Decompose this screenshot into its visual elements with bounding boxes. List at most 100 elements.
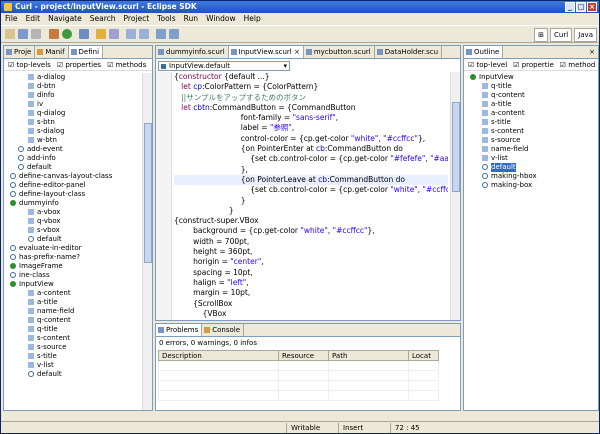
tab-console[interactable]: Console <box>202 324 245 336</box>
left-scrollbar[interactable] <box>142 73 152 410</box>
tab-outline[interactable]: Outline <box>464 46 504 58</box>
tree-item[interactable]: evaluate-in-editor <box>4 244 142 253</box>
curl-tool-icon[interactable] <box>79 29 89 39</box>
left-scroll-thumb[interactable] <box>144 123 152 263</box>
close-icon[interactable]: × <box>589 46 598 58</box>
print-icon[interactable] <box>31 29 41 39</box>
tree-item[interactable]: making-box <box>464 181 598 190</box>
close-icon[interactable]: × <box>292 48 300 56</box>
breadcrumb-dropdown[interactable]: InputView.default ▾ <box>158 61 290 71</box>
tree-item[interactable]: has-prefix-name? <box>4 253 142 262</box>
perspective-curl[interactable]: Curl <box>550 28 573 42</box>
tree-item[interactable]: InputView <box>464 73 598 82</box>
tree-item[interactable]: making-hbox <box>464 172 598 181</box>
save-icon[interactable] <box>18 29 28 39</box>
checkbox-icon[interactable]: ☑ <box>107 61 116 69</box>
new-icon[interactable] <box>5 29 15 39</box>
filter-top-level[interactable]: ☑ top-level <box>468 60 507 70</box>
forward-icon[interactable] <box>169 29 179 39</box>
tree-item[interactable]: s-source <box>464 136 598 145</box>
tree-item[interactable]: a-title <box>464 100 598 109</box>
column-header[interactable]: Locat <box>408 350 439 361</box>
filter-properties[interactable]: ☑ properties <box>57 60 101 70</box>
tree-item[interactable]: v-list <box>464 154 598 163</box>
tree-item[interactable]: default <box>464 163 598 172</box>
menu-tools[interactable]: Tools <box>153 13 179 25</box>
tree-item[interactable]: name-field <box>4 307 142 316</box>
tree-item[interactable]: s-content <box>4 334 142 343</box>
tree-item[interactable]: s-title <box>464 118 598 127</box>
tree-item[interactable]: iv <box>4 100 142 109</box>
editor-tab[interactable]: InputView.scurl × <box>228 46 304 58</box>
column-header[interactable]: Resource <box>278 350 329 361</box>
tree-item[interactable]: add-event <box>4 145 142 154</box>
editor-scroll-thumb[interactable] <box>452 102 460 192</box>
filter-top-levels[interactable]: ☑ top-levels <box>8 60 51 70</box>
tree-item[interactable]: a-dialog <box>4 73 142 82</box>
tree-item[interactable]: a-title <box>4 298 142 307</box>
code-area[interactable]: {constructor {default ...} let cp:ColorP… <box>174 72 448 320</box>
tab-problems[interactable]: Problems <box>156 324 203 336</box>
tree-item[interactable]: a-vbox <box>4 208 142 217</box>
tree-item[interactable]: w-btn <box>4 136 142 145</box>
editor-tab[interactable]: dummyinfo.scurl <box>156 46 229 58</box>
menu-window[interactable]: Window <box>202 13 240 25</box>
menu-edit[interactable]: Edit <box>22 13 45 25</box>
perspective-java[interactable]: Java <box>574 28 597 42</box>
menu-project[interactable]: Project <box>120 13 154 25</box>
prev-annotation-icon[interactable] <box>139 29 149 39</box>
checkbox-icon[interactable]: ☑ <box>8 61 17 69</box>
filter-method[interactable]: ☑ method <box>560 60 596 70</box>
minimize-button[interactable]: _ <box>565 2 575 12</box>
filter-propertie[interactable]: ☑ propertie <box>513 60 554 70</box>
tree-item[interactable]: define-canvas-layout-class <box>4 172 142 181</box>
tree-item[interactable]: s-source <box>4 343 142 352</box>
menu-search[interactable]: Search <box>86 13 120 25</box>
open-type-icon[interactable] <box>96 29 106 39</box>
tree-item[interactable]: define-editor-panel <box>4 181 142 190</box>
search-icon[interactable] <box>109 29 119 39</box>
tree-item[interactable]: q-dialog <box>4 109 142 118</box>
debug-icon[interactable] <box>49 29 59 39</box>
tree-item[interactable]: default <box>4 163 142 172</box>
editor-tab[interactable]: mycbutton.scurl <box>304 46 375 58</box>
tree-item[interactable]: a-content <box>464 109 598 118</box>
tree-item[interactable]: default <box>4 370 142 379</box>
tree-item[interactable]: q-content <box>4 316 142 325</box>
editor-scrollbar[interactable] <box>450 72 460 320</box>
column-header[interactable]: Description <box>158 350 279 361</box>
tree-item[interactable]: q-title <box>4 325 142 334</box>
tree-item[interactable]: s-dialog <box>4 127 142 136</box>
run-icon[interactable] <box>62 29 72 39</box>
tree-item[interactable]: s-content <box>464 127 598 136</box>
tree-item[interactable]: default <box>4 235 142 244</box>
tree-item[interactable]: q-content <box>464 91 598 100</box>
open-perspective-button[interactable]: ⊞ <box>534 28 549 42</box>
tree-item[interactable]: ine-class <box>4 271 142 280</box>
next-annotation-icon[interactable] <box>126 29 136 39</box>
menu-run[interactable]: Run <box>180 13 202 25</box>
tab-proje[interactable]: Proje <box>4 46 36 58</box>
checkbox-icon[interactable]: ☑ <box>560 61 569 69</box>
tree-item[interactable]: s-vbox <box>4 226 142 235</box>
checkbox-icon[interactable]: ☑ <box>468 61 477 69</box>
column-header[interactable]: Path <box>328 350 409 361</box>
back-icon[interactable] <box>156 29 166 39</box>
tree-item[interactable]: d-btn <box>4 82 142 91</box>
tree-item[interactable]: q-vbox <box>4 217 142 226</box>
tree-item[interactable]: name-field <box>464 145 598 154</box>
tree-item[interactable]: add-info <box>4 154 142 163</box>
tree-item[interactable]: v-list <box>4 361 142 370</box>
tree-item[interactable]: s-title <box>4 352 142 361</box>
tree-item[interactable]: a-content <box>4 289 142 298</box>
tree-item[interactable]: s-btn <box>4 118 142 127</box>
checkbox-icon[interactable]: ☑ <box>513 61 522 69</box>
tab-defini[interactable]: Defini <box>68 46 104 58</box>
editor-tab[interactable]: DataHolder.scu <box>375 46 443 58</box>
close-button[interactable]: × <box>587 2 597 12</box>
tree-item[interactable]: dinfo <box>4 91 142 100</box>
filter-methods[interactable]: ☑ methods <box>107 60 146 70</box>
tree-item[interactable]: InputView <box>4 280 142 289</box>
tree-item[interactable]: define-layout-class <box>4 190 142 199</box>
tree-item[interactable]: ImageFrame <box>4 262 142 271</box>
